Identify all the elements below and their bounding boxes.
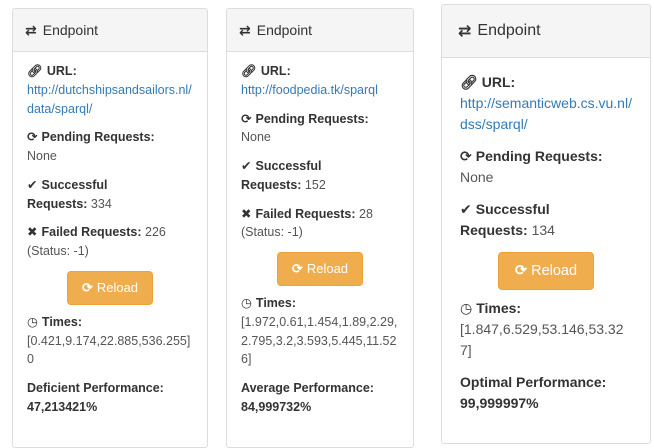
- panel-title: Endpoint: [477, 22, 541, 39]
- endpoint-panel: ⇄ Endpoint 🔗︎ URL: http://foodpedia.tk/sp…: [226, 8, 414, 448]
- pending-row: ⟳ Pending Requests: None: [460, 148, 603, 185]
- endpoint-url-link[interactable]: http://dutchshipsandsailors.nl/data/spar…: [27, 83, 192, 116]
- panel-heading: ⇄ Endpoint: [227, 9, 413, 52]
- check-icon: ✔: [241, 159, 252, 173]
- refresh-icon: ⟳: [81, 279, 93, 295]
- refresh-icon: ⟳: [27, 130, 38, 145]
- successful-row: ✔ Successful Requests: 152: [241, 159, 326, 192]
- times-row: ◷ Times: [1.972,0.61,1.454,1.89,2.29,2.79…: [241, 296, 398, 367]
- successful-row: ✔ Successful Requests: 334: [27, 177, 112, 211]
- check-icon: ✔: [460, 201, 472, 217]
- successful-row: ✔ Successful Requests: 134: [460, 201, 555, 238]
- refresh-icon: ⟳: [291, 261, 303, 276]
- link-icon: 🔗︎: [241, 64, 257, 78]
- clock-icon: ◷: [241, 296, 252, 310]
- reload-button[interactable]: ⟳ Reload: [276, 252, 364, 286]
- reload-button[interactable]: ⟳ Reload: [66, 270, 154, 305]
- endpoint-panel: ⇄ Endpoint 🔗︎ URL: http://dutchshipsandsa…: [12, 8, 208, 448]
- url-row: 🔗︎ URL: http://dutchshipsandsailors.nl/da…: [27, 64, 192, 116]
- times-row: ◷ Times: [0.421,9.174,22.885,536.255] 0: [27, 314, 191, 367]
- performance-row: Average Performance: 84,999732%: [241, 381, 374, 414]
- check-icon: ✔: [27, 177, 38, 192]
- performance-row: Optimal Performance: 99,999997%: [460, 374, 607, 411]
- panel-heading: ⇄ Endpoint: [442, 5, 650, 58]
- times-icon: ✖: [241, 206, 252, 221]
- times-icon: ✖: [27, 225, 38, 240]
- pending-row: ⟳ Pending Requests: None: [27, 130, 155, 163]
- refresh-icon: ⟳: [514, 263, 528, 279]
- exchange-icon: ⇄: [458, 23, 472, 40]
- url-row: 🔗︎ URL: http://semanticweb.cs.vu.nl/dss/s…: [460, 74, 632, 132]
- endpoint-panel: ⇄ Endpoint 🔗︎ URL: http://semanticweb.cs.…: [441, 4, 651, 444]
- endpoint-url-link[interactable]: http://semanticweb.cs.vu.nl/dss/sparql/: [460, 95, 632, 132]
- link-icon: 🔗︎: [27, 64, 43, 78]
- clock-icon: ◷: [460, 300, 473, 316]
- failed-row: ✖ Failed Requests: 28 (Status: -1): [241, 206, 373, 240]
- url-row: 🔗︎ URL: http://foodpedia.tk/sparql: [241, 64, 378, 97]
- panel-title: Endpoint: [256, 22, 313, 38]
- endpoint-url-link[interactable]: http://foodpedia.tk/sparql: [241, 83, 378, 97]
- times-row: ◷ Times: [1.847,6.529,53.146,53.327]: [460, 300, 624, 358]
- pending-row: ⟳ Pending Requests: None: [241, 111, 369, 145]
- reload-button[interactable]: ⟳ Reload: [497, 252, 595, 290]
- refresh-icon: ⟳: [460, 148, 472, 164]
- refresh-icon: ⟳: [241, 111, 252, 126]
- link-icon: 🔗︎: [460, 74, 478, 90]
- exchange-icon: ⇄: [239, 21, 251, 38]
- clock-icon: ◷: [27, 314, 38, 329]
- exchange-icon: ⇄: [25, 21, 37, 38]
- panel-heading: ⇄ Endpoint: [13, 9, 207, 52]
- panel-title: Endpoint: [42, 22, 99, 38]
- failed-row: ✖ Failed Requests: 226 (Status: -1): [27, 225, 166, 258]
- performance-row: Deficient Performance: 47,213421%: [27, 381, 164, 414]
